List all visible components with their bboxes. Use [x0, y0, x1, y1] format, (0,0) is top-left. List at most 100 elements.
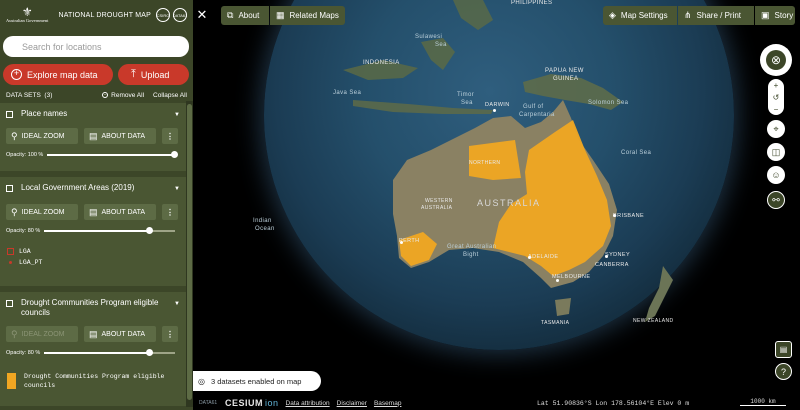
- share-icon: ⋔: [684, 10, 692, 20]
- lga-point-swatch: [7, 259, 14, 266]
- feedback-button[interactable]: ▤: [775, 341, 792, 358]
- chevron-down-icon[interactable]: ▼: [174, 299, 180, 309]
- explore-map-data-button[interactable]: + Explore map data: [3, 64, 113, 85]
- panel-actions: ⚲ IDEAL ZOOM ▤ ABOUT DATA ⋮: [0, 128, 186, 144]
- ideal-zoom-label: IDEAL ZOOM: [21, 330, 65, 338]
- opacity-slider[interactable]: [47, 151, 178, 158]
- share-print-button[interactable]: ⋔ Share / Print: [678, 6, 754, 25]
- story-label: Story: [774, 11, 794, 20]
- visibility-checkbox[interactable]: [6, 110, 13, 118]
- map-label-timor: Timor: [457, 92, 475, 98]
- map-label-nz: NEW ZEALAND: [633, 318, 674, 324]
- map-label-sydney: SYDNEY: [605, 252, 631, 258]
- my-location-button[interactable]: ⌖: [767, 120, 785, 138]
- dataset-panel-lga: Local Government Areas (2019) ▼ ⚲ IDEAL …: [0, 177, 186, 286]
- about-button[interactable]: ⧉ About: [221, 6, 269, 25]
- gov-text: Australian Government: [6, 18, 49, 23]
- zoom-reset-button[interactable]: ↺: [773, 93, 780, 102]
- more-options-button[interactable]: ⋮: [162, 326, 178, 342]
- data-attribution-link[interactable]: Data attribution: [286, 400, 330, 407]
- zoom-control: + ↺ −: [768, 79, 784, 115]
- legend-label: LGA: [19, 248, 31, 255]
- chevron-down-icon[interactable]: ▼: [174, 110, 180, 120]
- datasets-enabled-label: 3 datasets enabled on map: [210, 376, 302, 386]
- basemap-link[interactable]: Basemap: [374, 400, 401, 407]
- related-maps-button[interactable]: ▦ Related Maps: [270, 6, 345, 25]
- visibility-checkbox[interactable]: [6, 299, 13, 307]
- data61-badge: DATA61: [173, 8, 187, 22]
- layers-icon: ◈: [609, 10, 616, 20]
- split-screen-button[interactable]: ◫: [767, 143, 785, 161]
- bottom-bar: DATA61 CESIUM ion Data attribution Discla…: [193, 396, 800, 410]
- ion-label: ion: [265, 398, 279, 408]
- info-chat-icon: ▤: [89, 328, 98, 339]
- more-options-button[interactable]: ⋮: [162, 128, 178, 144]
- chevron-down-icon[interactable]: ▼: [174, 184, 180, 194]
- upload-button[interactable]: ⤒ Upload: [118, 64, 189, 85]
- about-data-button[interactable]: ▤ ABOUT DATA: [84, 326, 156, 342]
- opacity-row: Opacity: 100 %: [0, 151, 186, 158]
- opacity-slider[interactable]: [44, 227, 176, 234]
- opacity-label: Opacity: 100 %: [6, 152, 44, 158]
- compass-icon: ⊗: [766, 50, 786, 70]
- map-label-western: WESTERN: [425, 198, 453, 204]
- map-settings-button[interactable]: ◈ Map Settings: [603, 6, 677, 25]
- about-data-label: ABOUT DATA: [101, 208, 146, 216]
- map-viewport[interactable]: PHILIPPINES Sulawesi Sea INDONESIA Java …: [193, 0, 800, 410]
- map-label-papua: PAPUA NEW: [545, 68, 584, 74]
- opacity-slider-thumb[interactable]: [145, 227, 153, 234]
- about-data-button[interactable]: ▤ ABOUT DATA: [84, 204, 156, 220]
- opacity-slider[interactable]: [44, 349, 176, 356]
- datasets-enabled-pill[interactable]: ◎ 3 datasets enabled on map: [193, 371, 321, 391]
- map-label-gulf: Gulf of: [523, 104, 544, 110]
- opacity-slider-fill: [44, 352, 150, 354]
- sidebar-scrollbar[interactable]: [186, 101, 193, 407]
- disclaimer-link[interactable]: Disclaimer: [337, 400, 367, 407]
- related-maps-label: Related Maps: [289, 11, 339, 20]
- close-sidebar-button[interactable]: ✕: [194, 6, 210, 24]
- broadcast-icon: ◎: [198, 376, 205, 386]
- help-button[interactable]: ?: [775, 363, 792, 380]
- scrollbar-thumb[interactable]: [187, 104, 192, 400]
- city-marker-adelaide: [528, 256, 531, 259]
- question-icon: ?: [780, 366, 786, 377]
- measure-tool-button[interactable]: ⚯: [767, 191, 785, 209]
- map-label-indonesia: INDONESIA: [363, 60, 400, 66]
- chat-icon: ▤: [779, 345, 788, 354]
- zoom-in-button[interactable]: +: [774, 81, 779, 90]
- search-input[interactable]: Search for locations: [3, 36, 189, 57]
- cesium-ion-logo[interactable]: CESIUM ion: [225, 398, 279, 408]
- cesium-label: CESIUM: [225, 398, 264, 408]
- map-label-coral: Coral Sea: [621, 150, 652, 156]
- city-marker-brisbane: [613, 214, 616, 217]
- compass-control[interactable]: ⊗: [760, 44, 792, 76]
- legend-item: LGA_PT: [7, 257, 186, 268]
- map-label-timor-sea: Sea: [461, 100, 473, 106]
- share-print-label: Share / Print: [696, 11, 742, 20]
- story-button[interactable]: ▣ Story: [755, 6, 795, 25]
- opacity-slider-thumb[interactable]: [170, 151, 178, 158]
- panel-header: Place names ▼: [0, 103, 186, 120]
- ideal-zoom-button[interactable]: ⚲ IDEAL ZOOM: [6, 204, 78, 220]
- lga-polygon-swatch: [7, 248, 14, 255]
- ideal-zoom-button[interactable]: ⚲ IDEAL ZOOM: [6, 128, 78, 144]
- zoom-out-button[interactable]: −: [774, 105, 779, 114]
- more-options-button[interactable]: ⋮: [162, 204, 178, 220]
- philippines-land: [453, 0, 493, 30]
- visibility-checkbox[interactable]: [6, 184, 13, 192]
- collapse-all-button[interactable]: Collapse All: [153, 92, 187, 99]
- opacity-row: Opacity: 80 %: [0, 227, 186, 234]
- remove-all-button[interactable]: − Remove All: [102, 92, 144, 99]
- map-label-philippines: PHILIPPINES: [511, 0, 553, 6]
- about-data-button[interactable]: ▤ ABOUT DATA: [84, 128, 156, 144]
- magnifier-icon: ⚲: [11, 328, 18, 339]
- opacity-slider-thumb[interactable]: [145, 349, 153, 356]
- info-chat-icon: ▤: [89, 130, 98, 141]
- pedestrian-mode-button[interactable]: ☺: [767, 166, 785, 184]
- australian-government-logo[interactable]: ⚜ Australian Government: [6, 2, 48, 28]
- ideal-zoom-button-disabled: ⚲ IDEAL ZOOM: [6, 326, 78, 342]
- data61-logo[interactable]: DATA61: [199, 400, 219, 406]
- city-marker-perth: [400, 241, 403, 244]
- map-label-adelaide: ADELAIDE: [528, 254, 559, 260]
- about-label: About: [238, 11, 260, 20]
